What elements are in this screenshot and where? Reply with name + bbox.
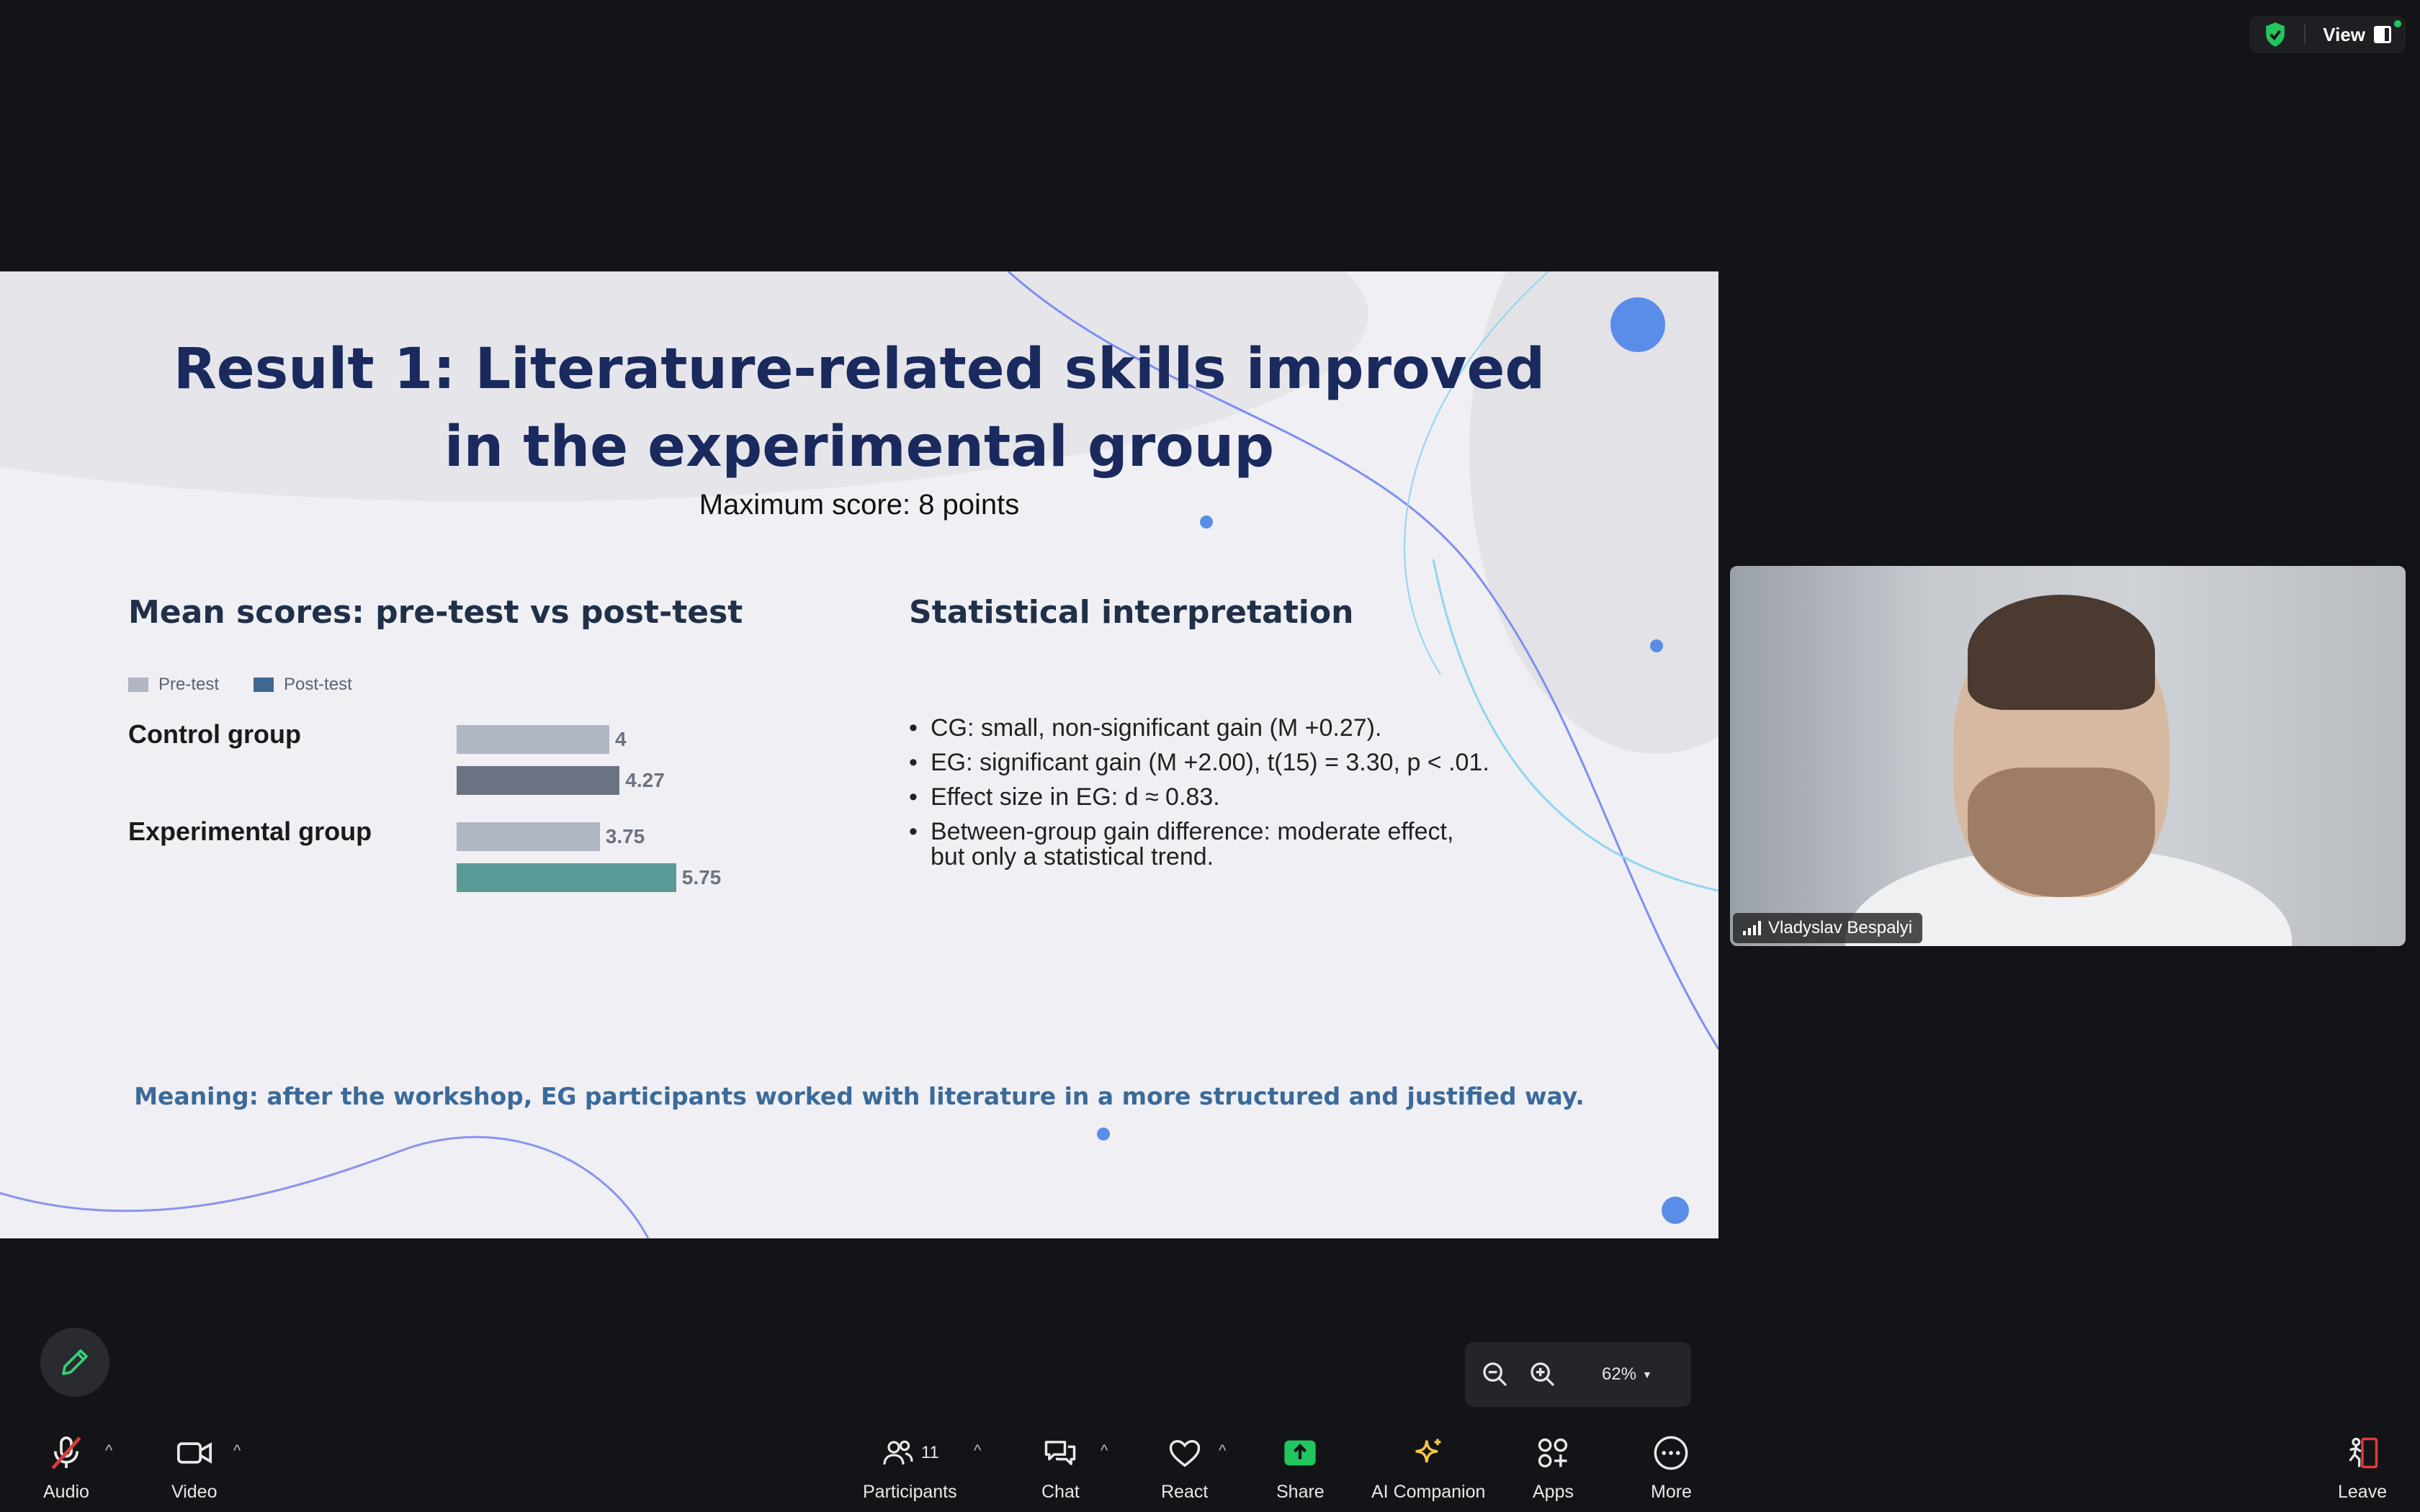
shield-icon[interactable] [2264, 22, 2287, 48]
video-button[interactable]: Video [171, 1433, 218, 1503]
bar-value-label: 5.75 [681, 866, 722, 888]
bullet-continuation: but only a statistical trend. [931, 843, 1214, 870]
apps-label: Apps [1533, 1482, 1574, 1502]
status-dot [2394, 20, 2401, 27]
participants-options-caret[interactable]: ^ [974, 1441, 981, 1460]
chart-heading: Mean scores: pre-test vs post-test [128, 594, 743, 631]
ai-companion-label: AI Companion [1371, 1482, 1486, 1502]
sparkle-icon [1410, 1433, 1447, 1473]
chat-label: Chat [1041, 1482, 1080, 1502]
divider [2304, 24, 2306, 45]
bar-value-label: 4.27 [625, 769, 665, 791]
chat-options-caret[interactable]: ^ [1101, 1441, 1108, 1460]
participant-name-tag: Vladyslav Bespalyi [1733, 913, 1923, 943]
chat-button[interactable]: Chat [1041, 1433, 1080, 1503]
zoom-level-dropdown[interactable]: 62% ▼ [1602, 1364, 1652, 1385]
more-label: More [1651, 1482, 1692, 1502]
view-layout-icon [2374, 26, 2391, 43]
leave-button[interactable]: Leave [2338, 1433, 2387, 1503]
bar-control-pre [457, 725, 609, 754]
bar-experimental-pre [457, 822, 600, 851]
video-label: Video [171, 1482, 218, 1502]
leave-icon [2344, 1433, 2381, 1473]
interpretation-list: CG: small, non-significant gain (M +0.27… [909, 711, 1600, 849]
ai-companion-button[interactable]: AI Companion [1371, 1433, 1485, 1503]
participants-icon: 11 [881, 1433, 939, 1473]
zoom-controls: 62% ▼ [1465, 1342, 1691, 1407]
share-button[interactable]: Share [1276, 1433, 1325, 1503]
participant-hair [1968, 595, 2155, 710]
bullet-item: CG: small, non-significant gain (M +0.27… [909, 711, 1600, 745]
share-screen-icon [1281, 1433, 1319, 1473]
participants-button[interactable]: 11 Participants [863, 1433, 957, 1503]
shared-slide: Result 1: Literature-related skills impr… [0, 271, 1718, 1238]
share-label: Share [1276, 1482, 1325, 1502]
interpretation-heading: Statistical interpretation [909, 594, 1354, 631]
legend-label-pre: Pre-test [158, 675, 220, 694]
bar-value-label: 4 [615, 728, 627, 750]
audio-button[interactable]: Audio [43, 1433, 89, 1503]
microphone-muted-icon [46, 1433, 86, 1473]
leave-label: Leave [2338, 1482, 2388, 1502]
apps-button[interactable]: Apps [1533, 1433, 1574, 1503]
view-button[interactable]: View [2323, 24, 2391, 46]
bar-experimental-post [457, 863, 676, 892]
bar-value-label: 3.75 [605, 825, 645, 847]
audio-label: Audio [43, 1482, 89, 1502]
react-options-caret[interactable]: ^ [1219, 1441, 1226, 1460]
heart-icon [1166, 1433, 1204, 1473]
view-label: View [2323, 23, 2365, 45]
category-label-experimental: Experimental group [128, 816, 372, 846]
slide-title: Result 1: Literature-related skills impr… [0, 330, 1718, 486]
category-label-control: Control group [128, 719, 301, 749]
chat-icon [1041, 1433, 1079, 1473]
more-button[interactable]: More [1651, 1433, 1692, 1503]
legend-item-post: Post-test [254, 675, 352, 695]
legend-item-pre: Pre-test [128, 675, 219, 695]
slide-subtitle: Maximum score: 8 points [699, 489, 1020, 521]
annotate-button[interactable] [40, 1328, 109, 1397]
pencil-icon [62, 1349, 88, 1375]
participant-beard [1968, 768, 2155, 897]
more-icon [1652, 1433, 1690, 1473]
bullet-item: EG: significant gain (M +2.00), t(15) = … [909, 745, 1600, 780]
legend-swatch-post [254, 678, 274, 692]
audio-options-caret[interactable]: ^ [105, 1441, 112, 1460]
video-options-caret[interactable]: ^ [233, 1441, 241, 1460]
slide-title-line1: Result 1: Literature-related skills impr… [173, 337, 1546, 402]
bullet-item: Effect size in EG: d ≈ 0.83. [909, 780, 1600, 814]
signal-icon [1743, 921, 1761, 935]
chevron-down-icon: ▼ [1642, 1369, 1652, 1380]
apps-icon [1534, 1433, 1572, 1473]
zoom-out-icon[interactable] [1481, 1360, 1510, 1389]
legend-swatch-pre [128, 678, 148, 692]
react-button[interactable]: React [1161, 1433, 1208, 1503]
legend-label-post: Post-test [284, 675, 352, 694]
view-bar: View [2249, 16, 2406, 53]
participant-name: Vladyslav Bespalyi [1768, 918, 1913, 937]
participant-video[interactable]: Vladyslav Bespalyi [1730, 566, 2406, 946]
participants-count: 11 [920, 1443, 939, 1462]
camera-icon [174, 1433, 215, 1473]
chart-legend: Pre-test Post-test [128, 675, 352, 695]
react-label: React [1161, 1482, 1209, 1502]
zoom-in-icon[interactable] [1528, 1360, 1557, 1389]
zoom-level: 62% [1602, 1364, 1637, 1384]
participants-label: Participants [863, 1482, 957, 1502]
slide-title-line2: in the experimental group [444, 415, 1275, 480]
bar-control-post [457, 766, 620, 795]
meaning-text: Meaning: after the workshop, EG particip… [134, 1082, 1585, 1110]
